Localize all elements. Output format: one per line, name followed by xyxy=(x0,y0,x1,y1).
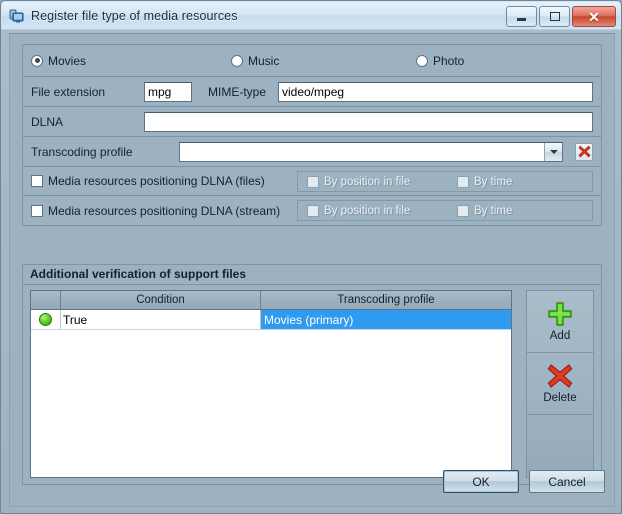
red-x-icon xyxy=(547,364,573,388)
row-condition-cell[interactable]: True xyxy=(61,310,261,329)
checkbox-positioning-files[interactable]: Media resources positioning DLNA (files) xyxy=(31,174,265,188)
maximize-button[interactable] xyxy=(539,6,570,27)
radio-photo-label: Photo xyxy=(433,53,465,68)
checkbox-stream-by-position[interactable]: By position in file xyxy=(307,204,457,217)
dlna-label: DLNA xyxy=(31,114,64,129)
dialog-client-area: Movies Music Photo File extension MIME-t… xyxy=(9,33,615,507)
radio-music-icon xyxy=(231,54,243,67)
transcoding-profile-select[interactable] xyxy=(179,141,563,162)
radio-movies[interactable]: Movies xyxy=(31,54,231,68)
checkbox-stream-by-time[interactable]: By time xyxy=(457,204,513,217)
red-x-icon xyxy=(578,145,590,158)
transcoding-profile-row: Transcoding profile xyxy=(23,137,601,167)
close-icon: ✕ xyxy=(588,8,600,25)
verification-title: Additional verification of support files xyxy=(23,265,601,285)
radio-music-label: Music xyxy=(248,53,280,68)
window-controls: ✕ xyxy=(506,6,616,27)
media-type-row: Movies Music Photo xyxy=(23,45,601,77)
cancel-button[interactable]: Cancel xyxy=(529,470,605,493)
server-monitor-icon xyxy=(9,8,25,24)
checkbox-files-by-position-icon xyxy=(307,175,319,188)
transcoding-profile-value xyxy=(180,143,544,161)
file-extension-input[interactable] xyxy=(144,81,192,102)
actions-empty-slot xyxy=(527,415,593,477)
positioning-files-row: Media resources positioning DLNA (files)… xyxy=(23,167,601,196)
checkbox-stream-by-position-icon xyxy=(307,204,319,217)
verification-group: Additional verification of support files… xyxy=(22,264,602,485)
positioning-files-label: Media resources positioning DLNA (files) xyxy=(48,174,265,188)
ok-button[interactable]: OK xyxy=(443,470,519,493)
minimize-icon xyxy=(517,18,526,21)
dialog-window: Register file type of media resources ✕ … xyxy=(0,0,622,514)
checkbox-stream-by-time-label: By time xyxy=(474,204,513,217)
radio-music[interactable]: Music xyxy=(231,54,416,68)
table-header-condition[interactable]: Condition xyxy=(61,291,261,309)
checkbox-files-by-time-icon xyxy=(457,175,469,188)
row-status-cell xyxy=(31,310,61,329)
table-header-status[interactable] xyxy=(31,291,61,309)
checkbox-positioning-stream[interactable]: Media resources positioning DLNA (stream… xyxy=(31,204,280,218)
transcoding-profile-label: Transcoding profile xyxy=(31,144,133,159)
delete-button-label: Delete xyxy=(543,392,577,404)
checkbox-stream-by-time-icon xyxy=(457,204,469,217)
checkbox-files-by-time[interactable]: By time xyxy=(457,175,513,188)
positioning-stream-label: Media resources positioning DLNA (stream… xyxy=(48,203,281,218)
checkbox-positioning-files-icon xyxy=(31,175,43,187)
table-header-profile[interactable]: Transcoding profile xyxy=(261,291,511,309)
verification-table[interactable]: Condition Transcoding profile True Movie… xyxy=(30,290,512,478)
table-header-row: Condition Transcoding profile xyxy=(31,291,511,310)
checkbox-files-by-position-label: By position in file xyxy=(324,175,411,188)
row-profile-cell[interactable]: Movies (primary) xyxy=(261,310,511,329)
window-title: Register file type of media resources xyxy=(31,8,238,23)
extension-row: File extension MIME-type xyxy=(23,77,601,107)
dlna-input[interactable] xyxy=(144,111,593,132)
radio-movies-icon xyxy=(31,54,43,67)
checkbox-files-by-time-label: By time xyxy=(474,175,513,188)
mime-type-label: MIME-type xyxy=(208,84,267,99)
verification-actions: Add Delete xyxy=(526,290,594,478)
checkbox-files-by-position[interactable]: By position in file xyxy=(307,175,457,188)
close-button[interactable]: ✕ xyxy=(572,6,616,27)
chevron-down-icon[interactable] xyxy=(544,142,562,161)
table-row[interactable]: True Movies (primary) xyxy=(31,310,511,330)
positioning-files-suboptions: By position in file By time xyxy=(297,171,593,192)
minimize-button[interactable] xyxy=(506,6,537,27)
radio-photo-icon xyxy=(416,54,428,67)
radio-photo[interactable]: Photo xyxy=(416,54,464,68)
green-plus-icon xyxy=(548,302,572,326)
checkbox-stream-by-position-label: By position in file xyxy=(324,204,411,217)
mime-type-input[interactable] xyxy=(278,81,593,102)
media-settings-panel: Movies Music Photo File extension MIME-t… xyxy=(22,44,602,226)
positioning-stream-row: Media resources positioning DLNA (stream… xyxy=(23,196,601,225)
clear-transcoding-profile-button[interactable] xyxy=(575,142,593,161)
radio-movies-label: Movies xyxy=(48,53,87,68)
add-button[interactable]: Add xyxy=(527,291,593,353)
positioning-stream-suboptions: By position in file By time xyxy=(297,200,593,221)
green-dot-icon xyxy=(39,313,52,326)
file-extension-label: File extension xyxy=(31,84,106,99)
dlna-row: DLNA xyxy=(23,107,601,137)
maximize-icon xyxy=(549,12,560,21)
title-bar: Register file type of media resources ✕ xyxy=(2,2,620,29)
checkbox-positioning-stream-icon xyxy=(31,204,43,217)
add-button-label: Add xyxy=(549,330,571,342)
delete-button[interactable]: Delete xyxy=(527,353,593,415)
